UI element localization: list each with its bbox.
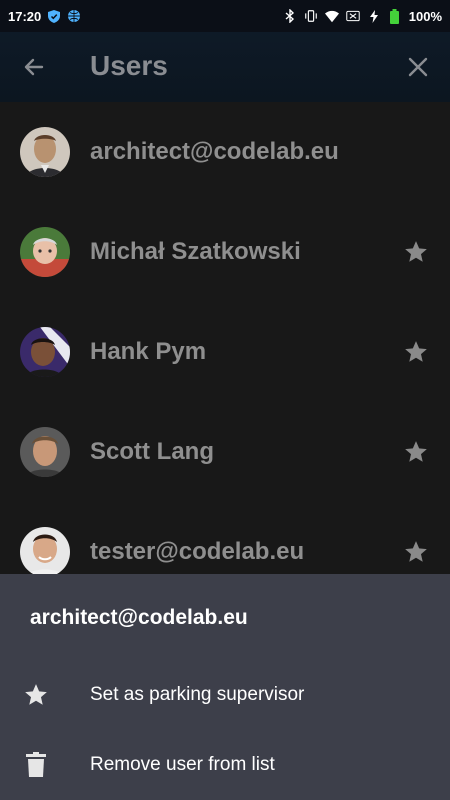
battery-percentage: 100%: [408, 8, 442, 24]
user-row[interactable]: Scott Lang: [0, 402, 450, 502]
bluetooth-icon: [283, 9, 297, 23]
shield-icon: [47, 9, 61, 23]
avatar: [20, 427, 70, 477]
user-row[interactable]: Hank Pym: [0, 302, 450, 402]
star-icon[interactable]: [402, 538, 430, 566]
bottom-sheet: architect@codelab.eu Set as parking supe…: [0, 574, 450, 800]
status-right: 100%: [283, 8, 442, 24]
star-icon[interactable]: [402, 438, 430, 466]
user-row[interactable]: architect@codelab.eu: [0, 102, 450, 202]
user-name: Hank Pym: [90, 338, 207, 365]
remove-user-action[interactable]: Remove user from list: [0, 731, 450, 799]
wifi-icon: [324, 9, 339, 23]
avatar: [20, 527, 70, 577]
user-name: tester@codelab.eu: [90, 538, 305, 565]
no-sim-icon: [346, 9, 360, 23]
action-label: Set as parking supervisor: [90, 684, 305, 705]
set-parking-supervisor-action[interactable]: Set as parking supervisor: [0, 661, 450, 729]
star-icon: [22, 681, 50, 709]
vibrate-icon: [304, 9, 318, 23]
trash-icon: [22, 751, 50, 779]
avatar: [20, 227, 70, 277]
battery-icon: [388, 8, 402, 24]
charging-icon: [367, 9, 381, 23]
avatar: [20, 127, 70, 177]
close-icon[interactable]: [404, 53, 432, 81]
star-icon[interactable]: [402, 238, 430, 266]
status-left: 17:20: [8, 9, 81, 24]
user-name: architect@codelab.eu: [90, 138, 339, 165]
action-label: Remove user from list: [90, 754, 275, 775]
avatar: [20, 327, 70, 377]
app-bar: Users: [0, 32, 450, 102]
arrow-left-icon[interactable]: [20, 53, 48, 81]
page-title: Users: [90, 50, 168, 81]
globe-icon: [67, 9, 81, 23]
user-row[interactable]: Michał Szatkowski: [0, 202, 450, 302]
status-time: 17:20: [8, 8, 42, 24]
star-icon[interactable]: [402, 338, 430, 366]
sheet-title: architect@codelab.eu: [30, 606, 248, 629]
status-bar: 17:20 100%: [0, 0, 450, 32]
user-name: Michał Szatkowski: [90, 238, 301, 265]
user-name: Scott Lang: [90, 438, 214, 465]
